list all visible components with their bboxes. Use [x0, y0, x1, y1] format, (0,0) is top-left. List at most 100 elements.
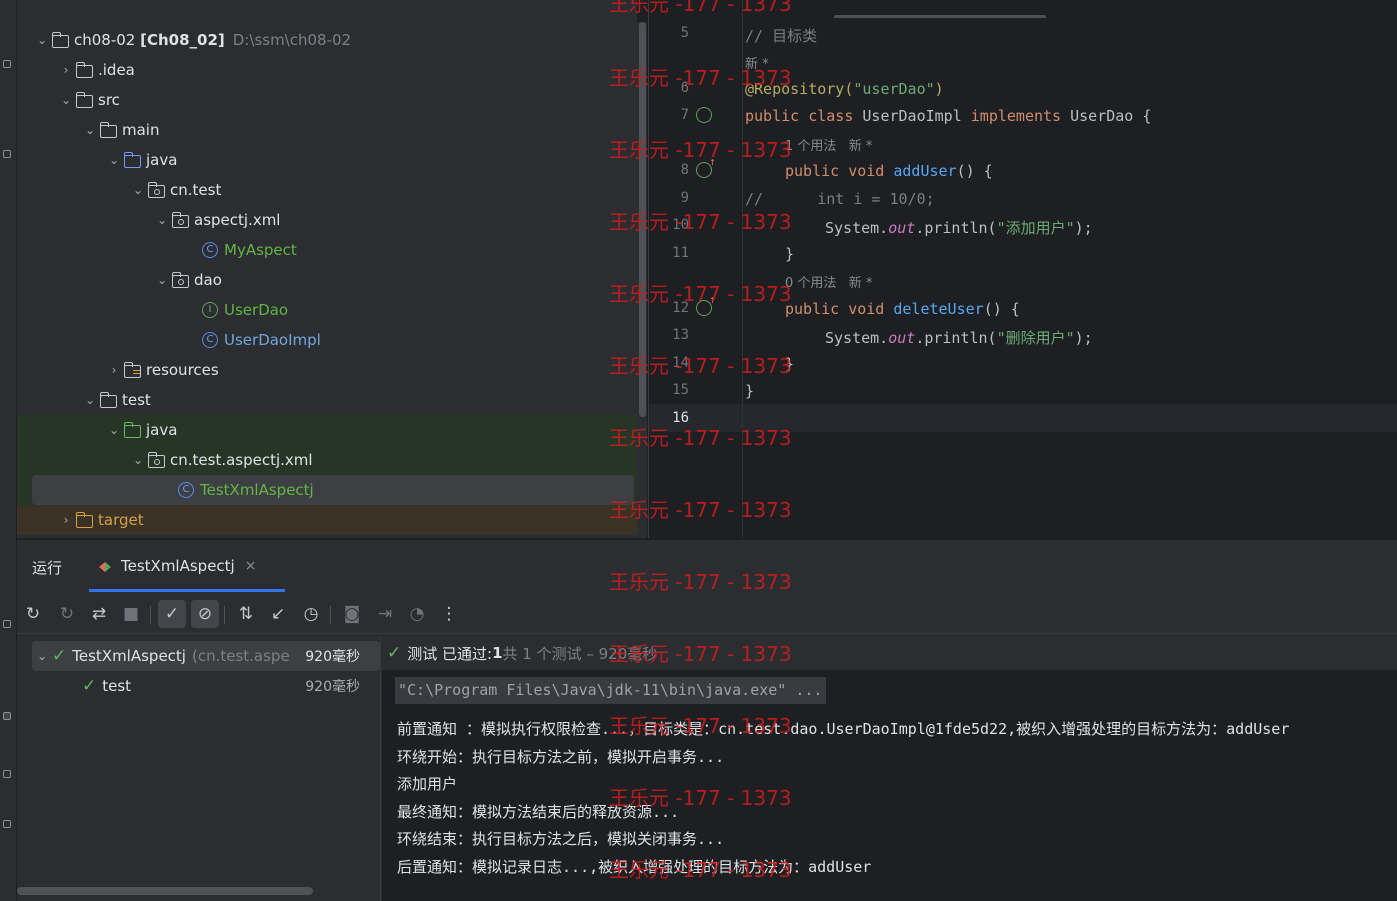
bean-gutter-icon[interactable] — [696, 107, 712, 123]
horizontal-scrollbar[interactable] — [17, 887, 313, 895]
chevron-down-icon[interactable]: ⌄ — [152, 213, 172, 227]
project-tree: ⌄ ch08-02 [Ch08_02] D:\ssm\ch08-02 › .ide… — [17, 0, 637, 538]
chevron-right-icon[interactable]: › — [104, 363, 124, 377]
chevron-down-icon[interactable]: ⌄ — [128, 453, 148, 467]
line-number: 8 — [680, 162, 689, 178]
resources-folder-icon — [123, 361, 141, 378]
tree-item-main[interactable]: ⌄ main — [17, 115, 637, 145]
module-name: ch08-02 — [74, 31, 136, 49]
tool-window-icon[interactable] — [3, 620, 11, 628]
more-icon[interactable]: ⋮ — [435, 600, 463, 628]
code-token: ); — [1074, 219, 1093, 237]
code-token: System. — [825, 219, 889, 237]
tree-item-userdao[interactable]: I UserDao — [17, 295, 637, 325]
toolbar-separator — [150, 606, 151, 624]
rerun-icon[interactable]: ↻ — [19, 600, 47, 628]
chevron-down-icon[interactable]: ⌄ — [104, 153, 124, 167]
tree-item-java-main[interactable]: ⌄ java — [17, 145, 637, 175]
tree-item-test[interactable]: ⌄ test — [17, 385, 637, 415]
chevron-down-icon[interactable]: ⌄ — [56, 93, 76, 107]
chevron-right-icon[interactable]: › — [56, 513, 76, 527]
chevron-down-icon[interactable]: ⌄ — [104, 423, 124, 437]
tree-item-idea[interactable]: › .idea — [17, 55, 637, 85]
implements-gutter-icon[interactable] — [696, 293, 716, 316]
tree-root[interactable]: ⌄ ch08-02 [Ch08_02] D:\ssm\ch08-02 — [17, 25, 637, 55]
toolbar-separator — [330, 606, 331, 624]
toggle-auto-test-icon[interactable]: ⇄ — [85, 600, 113, 628]
inlay-hint[interactable]: 0 个用法 新 * — [785, 272, 872, 291]
line-number: 5 — [680, 25, 689, 41]
scrollbar-thumb[interactable] — [639, 22, 646, 417]
test-case-row[interactable]: ✓ test 920毫秒 — [32, 671, 380, 701]
inlay-hint[interactable]: 1 个用法 新 * — [785, 135, 872, 154]
code-line: } — [785, 355, 795, 373]
sort-icon[interactable]: ⇅ — [232, 600, 260, 628]
check-icon[interactable]: ✓ — [158, 600, 186, 628]
tree-item-cn-test[interactable]: ⌄ cn.test — [17, 175, 637, 205]
console-line: 前置通知 ：模拟执行权限检查...，目标类是：cn.test.dao.UserD… — [397, 720, 1290, 738]
test-suite-row[interactable]: ⌄ ✓ TestXmlAspectj (cn.test.aspe 920毫秒 — [32, 641, 380, 671]
chevron-down-icon[interactable]: ⌄ — [152, 273, 172, 287]
tree-item-testxmlaspectj[interactable]: C TestXmlAspectj — [32, 475, 634, 505]
module-label: [Ch08_02] — [140, 31, 225, 49]
tree-item-target[interactable]: › target — [17, 505, 637, 535]
import-tests-icon[interactable]: ↙ — [264, 600, 292, 628]
run-panel-title: 运行 — [32, 559, 63, 577]
run-tool-icon[interactable] — [3, 712, 11, 720]
implements-gutter-icon[interactable] — [696, 155, 716, 178]
code-line: System.out.println("删除用户"); — [825, 327, 1093, 348]
code-token: .println( — [915, 329, 997, 347]
rerun-failed-icon[interactable]: ↻ — [53, 600, 81, 628]
tree-item-label: src — [98, 91, 120, 109]
chevron-down-icon[interactable]: ⌄ — [32, 649, 52, 663]
camera-icon[interactable]: ◙ — [338, 600, 366, 628]
tree-item-java-test[interactable]: ⌄ java — [17, 415, 637, 445]
activity-strip — [0, 0, 17, 901]
keyword-token: public void — [785, 300, 885, 318]
code-line: public class UserDaoImpl implements User… — [745, 107, 1151, 125]
tool-window-icon[interactable] — [3, 60, 11, 68]
clock-icon[interactable]: ◷ — [297, 600, 325, 628]
console-output[interactable]: ✓ 测试 已通过: 1 共 1 个测试 – 920毫秒 "C:\Program … — [382, 636, 1397, 901]
inlay-hint[interactable]: 新 * — [745, 53, 769, 72]
cancel-icon[interactable]: ⊘ — [191, 600, 219, 628]
coverage-icon[interactable]: ◔ — [403, 600, 431, 628]
chevron-down-icon[interactable]: ⌄ — [80, 123, 100, 137]
line-number: 9 — [680, 190, 689, 206]
test-duration: 920毫秒 — [305, 679, 360, 695]
stop-icon[interactable]: ■ — [117, 600, 145, 628]
chevron-right-icon[interactable]: › — [56, 63, 76, 77]
tool-window-icon[interactable] — [3, 820, 11, 828]
tree-scrollbar[interactable] — [637, 22, 647, 538]
code-token: () { — [983, 300, 1020, 318]
line-number: 7 — [680, 107, 689, 123]
tree-item-test-package[interactable]: ⌄ cn.test.aspectj.xml — [17, 445, 637, 475]
chevron-down-icon[interactable]: ⌄ — [80, 393, 100, 407]
tree-item-label: aspectj.xml — [194, 211, 281, 229]
chevron-down-icon[interactable]: ⌄ — [32, 33, 52, 47]
test-case-name: test — [102, 677, 132, 695]
export-icon[interactable]: ⇥ — [371, 600, 399, 628]
tree-item-src[interactable]: ⌄ src — [17, 85, 637, 115]
chevron-down-icon[interactable]: ⌄ — [128, 183, 148, 197]
tree-item-aspectj-xml[interactable]: ⌄ aspectj.xml — [17, 205, 637, 235]
toolbar-separator — [224, 606, 225, 624]
close-icon[interactable]: × — [245, 558, 257, 574]
console-command[interactable]: "C:\Program Files\Java\jdk-11\bin\java.e… — [395, 677, 827, 704]
test-suite-package: (cn.test.aspe — [191, 647, 290, 665]
code-token: UserDao { — [1061, 107, 1152, 125]
run-tab-label: TestXmlAspectj — [121, 557, 235, 575]
tree-item-dao[interactable]: ⌄ dao — [17, 265, 637, 295]
tree-item-label: TestXmlAspectj — [200, 481, 314, 499]
code-token: System. — [825, 329, 889, 347]
tree-item-label: target — [98, 511, 144, 529]
tree-item-resources[interactable]: › resources — [17, 355, 637, 385]
class-icon: C — [178, 482, 194, 498]
tree-item-label: UserDaoImpl — [224, 331, 321, 349]
tree-item-userdaoimpl[interactable]: C UserDaoImpl — [17, 325, 637, 355]
run-tab-testxmlaspectj[interactable]: TestXmlAspectj × — [99, 557, 256, 575]
tool-window-icon[interactable] — [3, 150, 11, 158]
tool-window-icon[interactable] — [3, 770, 11, 778]
code-editor[interactable]: 5 6 7 8 9 10 11 12 13 14 15 16 // 目标类 新 … — [648, 0, 1397, 538]
tree-item-myaspect[interactable]: C MyAspect — [17, 235, 637, 265]
